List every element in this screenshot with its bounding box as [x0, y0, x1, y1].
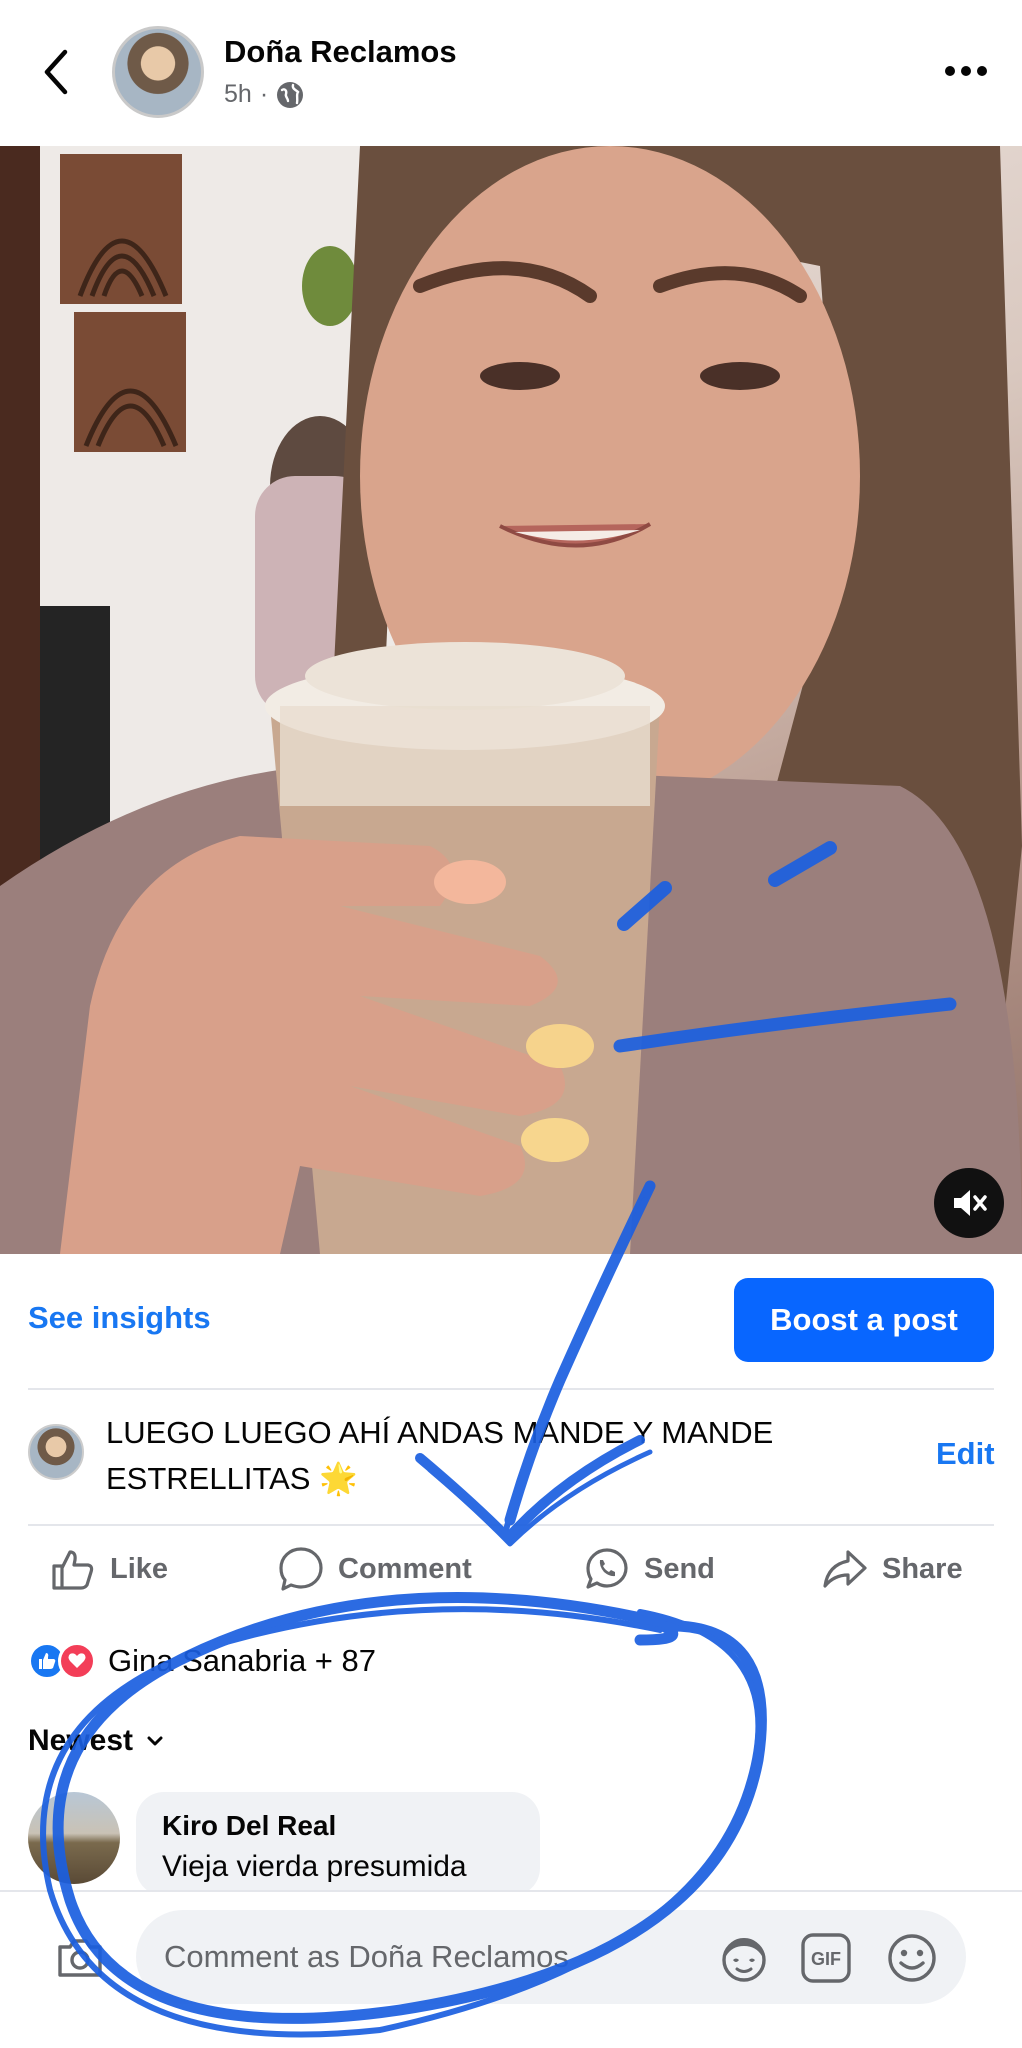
avatar-sticker-icon [722, 1938, 766, 1982]
comment-bubble-icon [279, 1547, 323, 1591]
camera-button[interactable] [54, 1932, 106, 1984]
smiley-icon [888, 1934, 936, 1982]
thumbs-up-icon [52, 1550, 94, 1590]
post-meta: 5h · [224, 80, 304, 109]
commenter-avatar[interactable] [28, 1792, 120, 1884]
camera-icon [58, 1939, 102, 1977]
edit-post-button[interactable]: Edit [936, 1436, 995, 1472]
chevron-down-icon [147, 1736, 163, 1746]
comment-sort-dropdown[interactable]: Newest [28, 1724, 163, 1758]
comment-button[interactable]: Comment [278, 1544, 472, 1594]
gif-icon: GIF [801, 1933, 851, 1983]
reactions-text: Gina Sanabria + 87 [108, 1643, 376, 1678]
comment-text: Vieja vierda presumida [162, 1850, 467, 1883]
caption-author-avatar[interactable] [28, 1424, 84, 1480]
avatar-sticker-button[interactable] [716, 1930, 772, 1986]
comment-author[interactable]: Kiro Del Real [162, 1810, 514, 1842]
boost-post-button[interactable]: Boost a post [734, 1278, 994, 1362]
whatsapp-icon [586, 1548, 628, 1589]
reactions-summary[interactable]: Gina Sanabria + 87 [28, 1642, 376, 1680]
send-button[interactable]: Send [584, 1544, 715, 1594]
comment-label: Comment [338, 1552, 472, 1585]
back-button[interactable] [30, 40, 82, 104]
sort-label: Newest [28, 1724, 134, 1757]
like-label: Like [110, 1552, 169, 1585]
more-horizontal-icon [945, 66, 987, 76]
post-detail-screen: Doña Reclamos 5h · See insights Boost a … [0, 0, 1022, 2048]
muted-speaker-icon [954, 1190, 987, 1216]
send-label: Send [644, 1552, 715, 1585]
more-options-button[interactable] [940, 56, 992, 86]
emoji-button[interactable] [884, 1930, 940, 1986]
video-frame [0, 146, 1022, 1254]
comment-bubble[interactable]: Kiro Del Real Vieja vierda presumida [136, 1792, 540, 1896]
globe-icon[interactable] [276, 81, 304, 109]
comment-composer: GIF [0, 1890, 1022, 2048]
post-video[interactable] [0, 146, 1022, 1254]
divider [28, 1388, 994, 1390]
post-caption: LUEGO LUEGO AHÍ ANDAS MANDE Y MANDE ESTR… [106, 1415, 774, 1496]
share-label: Share [882, 1552, 963, 1585]
mute-toggle-button[interactable] [934, 1168, 1004, 1238]
see-insights-link[interactable]: See insights [28, 1300, 211, 1336]
chevron-left-icon [44, 49, 68, 95]
share-button[interactable]: Share [822, 1544, 963, 1594]
meta-separator: · [259, 80, 269, 108]
author-name[interactable]: Doña Reclamos [224, 34, 457, 70]
like-button[interactable]: Like [50, 1544, 168, 1594]
author-avatar[interactable] [112, 26, 204, 118]
share-arrow-icon [823, 1550, 867, 1588]
divider [28, 1524, 994, 1526]
gif-button[interactable]: GIF [798, 1930, 854, 1986]
gif-label: GIF [811, 1949, 841, 1969]
post-time: 5h [224, 80, 252, 108]
post-header: Doña Reclamos 5h · [0, 0, 1022, 146]
love-reaction-icon [58, 1642, 96, 1680]
